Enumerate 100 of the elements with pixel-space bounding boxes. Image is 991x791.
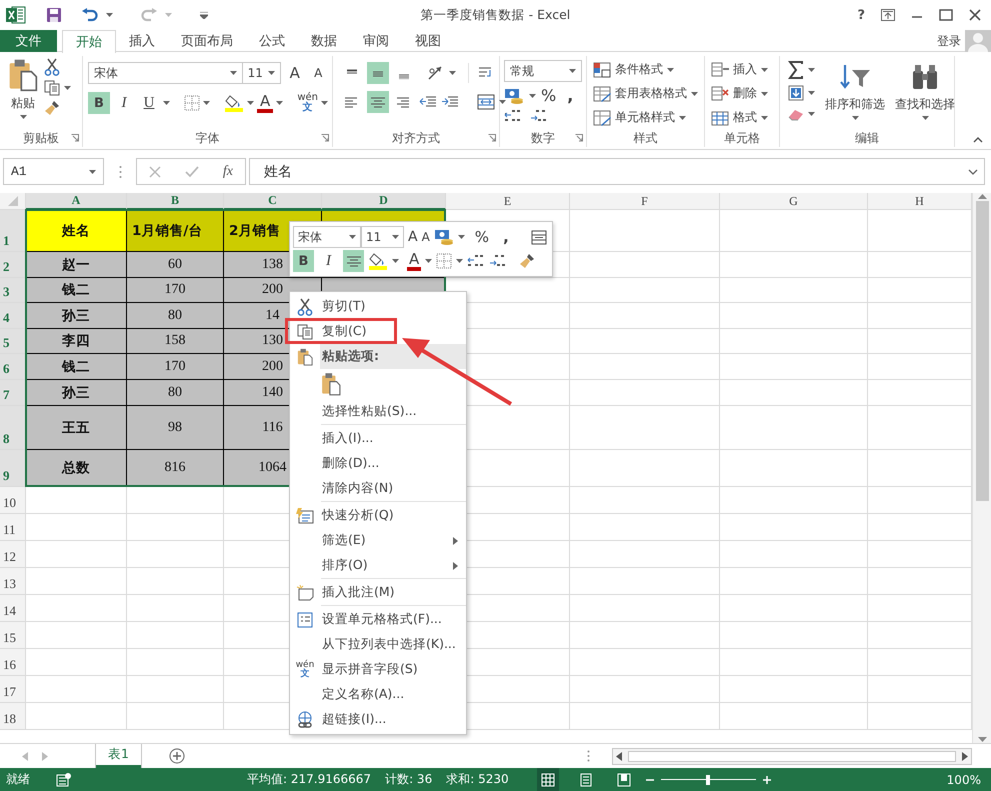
cells-command-icon[interactable] <box>711 86 729 102</box>
row-header[interactable]: 6 <box>0 354 26 380</box>
scroll-down-icon[interactable] <box>978 737 986 743</box>
fill-color-icon[interactable] <box>368 252 388 270</box>
bold-button[interactable]: B <box>293 250 314 272</box>
find-select-button[interactable]: 查找和选择 <box>895 59 955 129</box>
menu-item[interactable]: 定义名称(A)... <box>320 686 404 703</box>
vertical-scrollbar[interactable] <box>972 193 991 743</box>
maximize-icon[interactable] <box>939 9 953 21</box>
paste-button[interactable]: 粘贴 <box>8 56 38 129</box>
expand-icon[interactable] <box>968 168 978 174</box>
merge-cells-icon[interactable] <box>477 94 495 110</box>
caret-icon[interactable] <box>808 91 815 95</box>
zoom-level[interactable]: 100% <box>946 772 981 786</box>
borders-icon[interactable] <box>436 253 452 269</box>
row-header[interactable]: 18 <box>0 703 26 730</box>
grow-font-button[interactable]: A <box>284 64 304 82</box>
row-header[interactable]: 8 <box>0 406 26 450</box>
undo-icon[interactable] <box>82 8 98 22</box>
normal-view-icon[interactable] <box>540 772 555 786</box>
save-icon[interactable] <box>46 7 62 23</box>
insert-function-button[interactable]: fx <box>222 164 233 180</box>
scissors-icon[interactable] <box>44 58 60 76</box>
borders-icon[interactable] <box>184 95 200 111</box>
caret-icon[interactable] <box>761 116 768 120</box>
formula-field[interactable]: 姓名 <box>249 158 985 185</box>
paste-option-button[interactable] <box>321 372 341 396</box>
app-logo-icon[interactable] <box>6 6 26 24</box>
horizontal-align-button[interactable] <box>367 91 389 113</box>
format-painter-icon[interactable] <box>44 100 60 116</box>
caret-icon[interactable] <box>569 69 576 73</box>
scroll-right-icon[interactable] <box>962 752 968 760</box>
caret-icon[interactable] <box>852 116 858 120</box>
grow-font-button[interactable]: A <box>408 229 418 245</box>
font-size-field[interactable]: 11 <box>361 226 404 248</box>
italic-button[interactable]: I <box>113 92 135 114</box>
caret-icon[interactable] <box>230 71 237 75</box>
menu-item[interactable]: 删除(D)... <box>320 455 380 472</box>
increase-decimal-icon[interactable] <box>467 254 486 268</box>
column-header[interactable]: A <box>26 193 127 210</box>
customize-icon[interactable] <box>200 12 208 18</box>
format-cells-icon[interactable] <box>297 612 313 628</box>
comment-icon[interactable] <box>296 584 314 600</box>
bold-button[interactable]: B <box>88 92 110 114</box>
caret-icon[interactable] <box>499 100 506 104</box>
ribbon-command[interactable]: 格式 <box>711 107 775 128</box>
row-header[interactable]: 1 <box>0 210 26 252</box>
dialog-launcher-icon[interactable] <box>575 134 583 142</box>
percent-button[interactable]: % <box>541 86 556 105</box>
caret-icon[interactable] <box>679 116 686 120</box>
scissors-icon[interactable] <box>297 298 313 316</box>
ribbon-command[interactable]: 套用表格格式 <box>593 83 700 104</box>
menu-item[interactable]: 剪切(T) <box>320 298 366 315</box>
caret-icon[interactable] <box>922 116 928 120</box>
fill-down-icon[interactable] <box>788 85 804 101</box>
zoom-slider[interactable] <box>660 774 756 784</box>
column-header[interactable]: H <box>868 193 972 210</box>
eraser-icon[interactable] <box>788 107 804 121</box>
sign-in-link[interactable]: 登录 <box>937 32 961 50</box>
scroll-left-icon[interactable] <box>616 752 622 760</box>
caret-icon[interactable] <box>761 92 768 96</box>
menu-item[interactable]: 插入批注(M) <box>320 584 395 601</box>
increase-indent-icon[interactable] <box>441 95 459 109</box>
more-icon[interactable] <box>587 750 590 762</box>
paste-icon[interactable] <box>8 58 38 92</box>
caret-icon[interactable] <box>247 101 254 105</box>
row-header[interactable]: 11 <box>0 514 26 541</box>
center-align-button[interactable] <box>343 250 364 272</box>
percent-button[interactable]: % <box>474 228 490 246</box>
dialog-launcher-icon[interactable] <box>71 134 79 142</box>
collapse-ribbon-icon[interactable] <box>973 137 983 143</box>
caret-icon[interactable] <box>808 112 815 116</box>
row-header[interactable]: 13 <box>0 568 26 595</box>
caret-icon[interactable] <box>808 68 815 72</box>
dialog-launcher-icon[interactable] <box>488 134 496 142</box>
horizontal-align-icon[interactable] <box>371 96 385 108</box>
ribbon-display-icon[interactable] <box>881 9 895 21</box>
page-break-view-icon[interactable] <box>616 772 631 786</box>
row-header[interactable]: 4 <box>0 303 26 329</box>
menu-item[interactable]: 设置单元格格式(F)... <box>320 611 442 628</box>
row-header[interactable]: 15 <box>0 622 26 649</box>
caret-icon[interactable] <box>529 94 536 98</box>
caret-icon[interactable] <box>761 68 768 72</box>
increase-decimal-icon[interactable] <box>504 109 522 123</box>
style-command-icon[interactable] <box>593 110 611 126</box>
menu-item[interactable]: 选择性粘贴(S)... <box>320 403 417 420</box>
decrease-decimal-icon[interactable] <box>489 254 508 268</box>
ribbon-tab[interactable]: 数据 <box>298 30 350 52</box>
dialog-launcher-icon[interactable] <box>321 134 329 142</box>
font-color-button[interactable]: A <box>257 94 274 112</box>
column-header[interactable]: B <box>127 193 224 210</box>
caret-icon[interactable] <box>106 13 113 17</box>
horizontal-align-icon[interactable] <box>345 96 359 108</box>
caret-icon[interactable] <box>667 68 674 72</box>
center-align-icon[interactable] <box>346 255 360 267</box>
menu-item[interactable]: 复制(C) <box>320 323 366 340</box>
submenu-arrow-icon[interactable] <box>453 536 458 544</box>
caret-icon[interactable] <box>20 115 26 119</box>
more-icon[interactable] <box>118 164 122 178</box>
caret-icon[interactable] <box>392 235 399 239</box>
